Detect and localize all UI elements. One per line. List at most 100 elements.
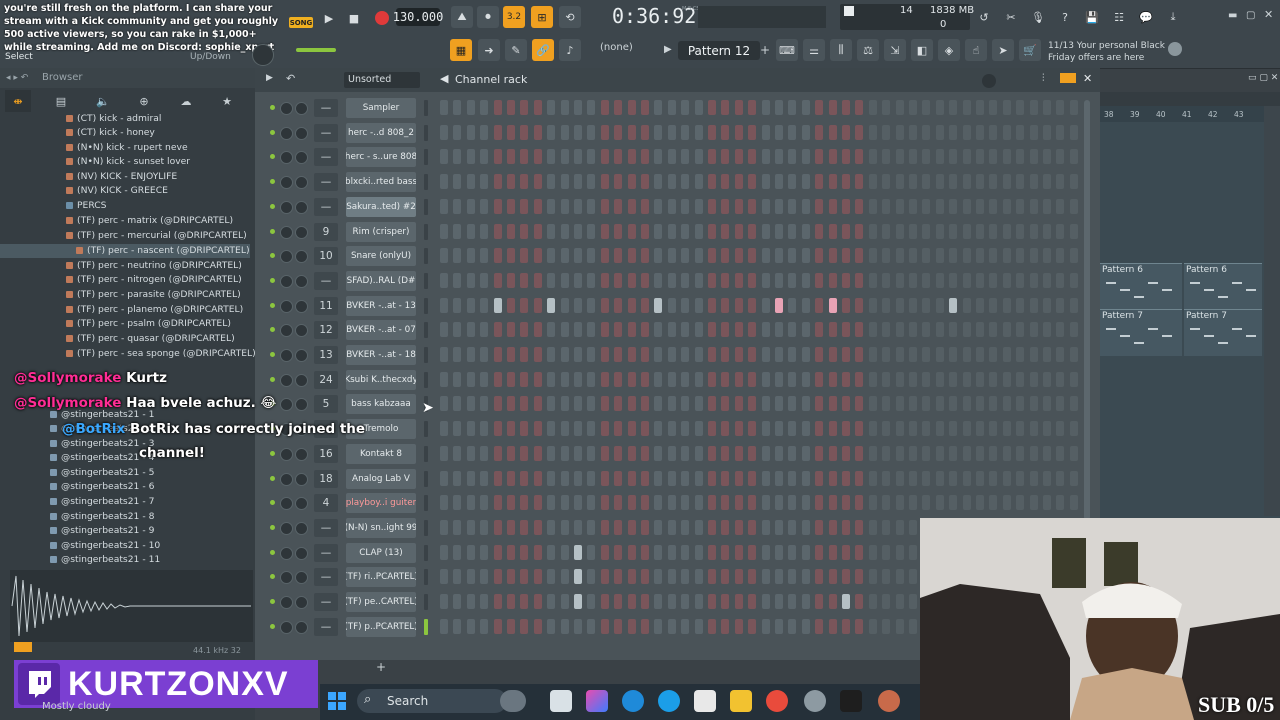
step-button[interactable] — [614, 223, 623, 239]
step-button[interactable] — [654, 594, 663, 609]
step-button[interactable] — [909, 322, 917, 338]
step-button[interactable] — [533, 124, 542, 140]
step-button[interactable] — [842, 618, 850, 634]
step-button[interactable] — [761, 347, 770, 362]
step-button[interactable] — [909, 445, 917, 461]
step-button[interactable] — [989, 149, 998, 165]
step-button[interactable] — [681, 174, 690, 190]
step-button[interactable] — [533, 297, 542, 313]
step-button[interactable] — [828, 470, 837, 486]
mixer-view-icon[interactable]: ⫼ — [830, 39, 852, 61]
step-button[interactable] — [453, 322, 462, 338]
step-button[interactable] — [1029, 470, 1038, 486]
step-button[interactable] — [507, 445, 515, 461]
copilot-icon[interactable] — [586, 690, 608, 712]
step-button[interactable] — [507, 149, 515, 165]
step-button[interactable] — [507, 421, 515, 437]
step-button[interactable] — [935, 223, 944, 239]
step-button[interactable] — [815, 297, 824, 313]
step-button[interactable] — [708, 198, 716, 214]
step-button[interactable] — [949, 124, 958, 140]
channel-mute-led[interactable] — [270, 327, 275, 333]
countdown-icon[interactable]: 3.2 — [503, 6, 525, 28]
channel-pan-knob[interactable] — [280, 102, 293, 115]
step-button[interactable] — [748, 248, 757, 264]
step-button[interactable] — [614, 272, 623, 288]
step-button[interactable] — [761, 371, 770, 387]
step-button[interactable] — [761, 569, 770, 585]
channel-volume-knob[interactable] — [295, 373, 308, 387]
step-button[interactable] — [453, 272, 462, 288]
step-button[interactable] — [667, 544, 676, 560]
step-button[interactable] — [694, 100, 703, 115]
step-button[interactable] — [922, 396, 931, 412]
step-button[interactable] — [574, 594, 582, 609]
step-button[interactable] — [976, 495, 984, 511]
step-button[interactable] — [520, 347, 529, 362]
step-button[interactable] — [721, 297, 730, 313]
step-button[interactable] — [560, 272, 569, 288]
step-button[interactable] — [1043, 223, 1051, 239]
step-button[interactable] — [909, 396, 917, 412]
channel-pan-knob[interactable] — [280, 324, 293, 338]
step-button[interactable] — [935, 174, 944, 190]
step-button[interactable] — [614, 198, 623, 214]
step-button[interactable] — [842, 174, 850, 190]
step-button[interactable] — [493, 297, 502, 313]
step-button[interactable] — [1069, 223, 1078, 239]
step-button[interactable] — [493, 248, 502, 264]
step-button[interactable] — [667, 198, 676, 214]
swing-knob[interactable] — [982, 74, 996, 88]
channel-select-indicator[interactable] — [424, 223, 428, 240]
step-button[interactable] — [962, 248, 971, 264]
channel-name-button[interactable]: Sakura..ted) #2 — [346, 196, 416, 217]
step-button[interactable] — [533, 421, 542, 437]
step-button[interactable] — [667, 495, 676, 511]
step-button[interactable] — [815, 421, 824, 437]
step-button[interactable] — [440, 124, 448, 140]
step-button[interactable] — [855, 569, 864, 585]
step-button[interactable] — [855, 594, 864, 609]
step-button[interactable] — [641, 569, 649, 585]
step-button[interactable] — [587, 223, 596, 239]
step-button[interactable] — [547, 347, 556, 362]
step-button[interactable] — [748, 124, 757, 140]
step-button[interactable] — [909, 297, 917, 313]
step-button[interactable] — [922, 198, 931, 214]
step-button[interactable] — [734, 297, 743, 313]
rack-back-icon[interactable]: ↶ — [286, 72, 295, 85]
step-button[interactable] — [855, 149, 864, 165]
step-button[interactable] — [533, 396, 542, 412]
channel-pan-knob[interactable] — [280, 447, 293, 461]
channel-name-button[interactable]: CLAP (13) — [346, 542, 416, 563]
step-button[interactable] — [815, 272, 824, 288]
step-button[interactable] — [453, 347, 462, 362]
channel-mixer-track[interactable]: — — [314, 148, 338, 167]
step-button[interactable] — [1016, 470, 1025, 486]
step-button[interactable] — [895, 519, 904, 535]
step-button[interactable] — [1069, 347, 1078, 362]
window-minimize-icon[interactable]: ▬ — [1228, 10, 1237, 21]
step-button[interactable] — [989, 322, 998, 338]
step-button[interactable] — [748, 174, 757, 190]
channel-name-button[interactable]: (N-N) sn..ight 99 — [346, 517, 416, 538]
step-button[interactable] — [909, 124, 917, 140]
step-button[interactable] — [654, 618, 663, 634]
step-button[interactable] — [627, 470, 636, 486]
channel-mixer-track[interactable]: — — [314, 271, 338, 290]
step-button[interactable] — [641, 371, 649, 387]
step-button[interactable] — [935, 445, 944, 461]
step-button[interactable] — [681, 519, 690, 535]
step-button[interactable] — [868, 198, 877, 214]
step-button[interactable] — [574, 544, 582, 560]
step-button[interactable] — [520, 174, 529, 190]
step-button[interactable] — [949, 470, 958, 486]
step-button[interactable] — [734, 470, 743, 486]
step-button[interactable] — [547, 495, 556, 511]
step-button[interactable] — [1002, 297, 1011, 313]
step-button[interactable] — [734, 100, 743, 115]
step-button[interactable] — [855, 396, 864, 412]
step-button[interactable] — [761, 272, 770, 288]
step-button[interactable] — [868, 322, 877, 338]
step-button[interactable] — [748, 100, 757, 115]
